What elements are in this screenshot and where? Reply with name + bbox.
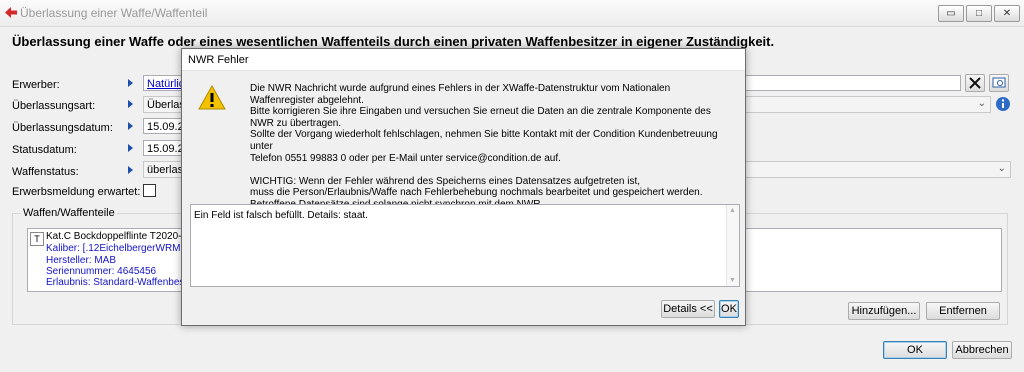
details-toggle-button[interactable]: Details << bbox=[661, 300, 715, 318]
statusdatum-arrow-icon[interactable] bbox=[128, 144, 133, 152]
add-weapon-button[interactable]: Hinzufügen... bbox=[848, 302, 920, 320]
dialog-message: Die NWR Nachricht wurde aufgrund eines F… bbox=[250, 83, 718, 222]
ueberlassungsart-arrow-icon[interactable] bbox=[128, 100, 133, 108]
ueberlassungsart-label: Überlassungsart: bbox=[12, 100, 96, 112]
minimize-icon: ▭ bbox=[946, 8, 956, 19]
warning-icon bbox=[198, 85, 226, 110]
erwerber-label: Erwerber: bbox=[12, 79, 60, 91]
chevron-down-icon: ⌄ bbox=[997, 163, 1006, 174]
close-icon: ✕ bbox=[1002, 8, 1012, 19]
search-erwerber-button[interactable] bbox=[989, 74, 1009, 92]
weapons-group-title: Waffen/Waffenteile bbox=[21, 207, 117, 219]
minimize-button[interactable]: ▭ bbox=[938, 5, 964, 22]
dialog-titlebar: NWR Fehler bbox=[182, 49, 745, 71]
waffenstatus-label: Waffenstatus: bbox=[12, 166, 79, 178]
search-window-icon bbox=[992, 77, 1006, 88]
details-text: Ein Feld ist falsch befüllt. Details: st… bbox=[194, 210, 368, 221]
erwerbsmeldung-checkbox[interactable] bbox=[143, 184, 156, 197]
page-heading: Überlassung einer Waffe oder eines wesen… bbox=[12, 34, 775, 49]
ueberlassungsdatum-field[interactable]: 15.09.202 bbox=[143, 118, 183, 134]
waffenstatus-arrow-icon[interactable] bbox=[128, 166, 133, 174]
close-button[interactable]: ✕ bbox=[994, 5, 1020, 22]
cancel-button[interactable]: Abbrechen bbox=[952, 341, 1012, 359]
details-scrollbar[interactable]: ▲ ▼ bbox=[726, 205, 739, 286]
remove-weapon-button[interactable]: Entfernen bbox=[926, 302, 1000, 320]
weapon-kaliber: Kaliber: [.12EichelbergerWRM, .10 bbox=[46, 243, 200, 254]
maximize-button[interactable]: □ bbox=[966, 5, 992, 22]
ueberlassungsdatum-arrow-icon[interactable] bbox=[128, 122, 133, 130]
window-title: Überlassung einer Waffe/Waffenteil bbox=[20, 6, 208, 20]
details-textbox[interactable]: Ein Feld ist falsch befüllt. Details: st… bbox=[190, 204, 740, 287]
weapon-erlaubnis: Erlaubnis: Standard-Waffenbesitzk bbox=[46, 277, 200, 288]
maximize-icon: □ bbox=[975, 8, 983, 19]
clear-erwerber-button[interactable] bbox=[965, 74, 985, 92]
ueberlassungsdatum-label: Überlassungsdatum: bbox=[12, 122, 113, 134]
nwr-error-dialog: NWR Fehler Die NWR Nachricht wurde aufgr… bbox=[181, 48, 746, 326]
ok-button[interactable]: OK bbox=[883, 341, 947, 359]
back-arrow-icon[interactable] bbox=[4, 6, 18, 19]
clear-icon bbox=[969, 77, 981, 89]
scroll-up-icon[interactable]: ▲ bbox=[729, 207, 736, 214]
dialog-ok-button[interactable]: OK bbox=[719, 300, 739, 318]
chevron-down-icon: ⌄ bbox=[977, 98, 986, 109]
erwerber-arrow-icon[interactable] bbox=[128, 79, 133, 87]
weapon-type-badge: T bbox=[30, 232, 44, 246]
statusdatum-label: Statusdatum: bbox=[12, 144, 77, 156]
scroll-down-icon[interactable]: ▼ bbox=[729, 277, 736, 284]
erwerbsmeldung-label: Erwerbsmeldung erwartet: bbox=[12, 186, 141, 198]
weapon-hersteller: Hersteller: MAB bbox=[46, 255, 117, 266]
info-icon[interactable] bbox=[995, 96, 1011, 112]
statusdatum-field[interactable]: 15.09.202 bbox=[143, 140, 183, 156]
weapon-item-title[interactable]: Kat.C Bockdoppelflinte T2020-08-2 bbox=[46, 231, 201, 242]
weapon-seriennummer: Seriennummer: 4645456 bbox=[46, 266, 157, 277]
dialog-title: NWR Fehler bbox=[188, 54, 249, 66]
window-titlebar: Überlassung einer Waffe/Waffenteil ▭ □ ✕ bbox=[0, 0, 1024, 27]
